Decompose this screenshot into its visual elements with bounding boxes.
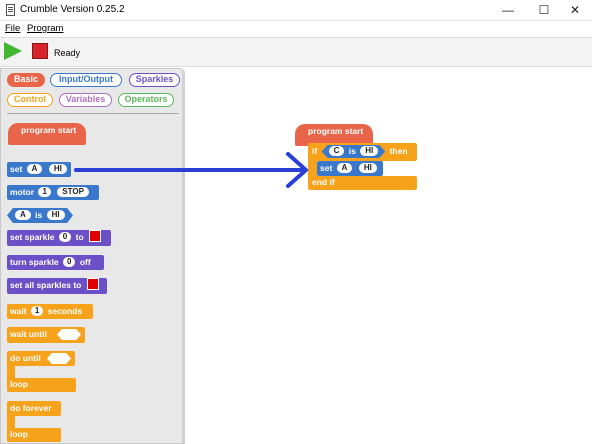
block-label: is bbox=[35, 210, 43, 220]
block-label: program start bbox=[21, 125, 77, 135]
stop-icon[interactable] bbox=[32, 43, 48, 59]
condition-slot[interactable] bbox=[57, 329, 81, 340]
block-label: seconds bbox=[47, 306, 83, 316]
canvas-end-if[interactable]: end if bbox=[308, 176, 417, 190]
value-slot[interactable]: HI bbox=[360, 146, 378, 156]
var-slot[interactable]: A bbox=[26, 164, 43, 174]
minimize-button[interactable]: — bbox=[491, 0, 525, 21]
block-wait-until[interactable]: wait until bbox=[7, 327, 85, 343]
block-label: is bbox=[348, 146, 356, 156]
menu-program[interactable]: Program bbox=[27, 23, 63, 34]
block-label: off bbox=[79, 257, 91, 267]
tab-input-output[interactable]: Input/Output bbox=[50, 73, 122, 87]
block-label: set all sparkles to bbox=[10, 280, 82, 290]
close-button[interactable]: ✕ bbox=[558, 0, 592, 21]
block-palette: Basic Input/Output Sparkles Control Vari… bbox=[0, 68, 185, 444]
block-label: program start bbox=[308, 126, 364, 136]
block-turn-sparkle[interactable]: turn sparkle 0 off bbox=[7, 255, 104, 270]
block-set-all-sparkles[interactable]: set all sparkles to bbox=[7, 278, 107, 294]
block-label: wait bbox=[10, 306, 27, 316]
tab-basic[interactable]: Basic bbox=[7, 73, 45, 87]
color-swatch[interactable] bbox=[89, 230, 102, 242]
var-slot[interactable]: C bbox=[329, 146, 345, 156]
block-label: turn sparkle bbox=[10, 257, 59, 267]
menu-bar: File Program bbox=[0, 22, 592, 36]
status-text: Ready bbox=[54, 48, 81, 58]
block-label: set bbox=[10, 164, 23, 174]
maximize-button[interactable]: ☐ bbox=[527, 0, 561, 21]
motor-num-slot[interactable]: 1 bbox=[38, 187, 51, 197]
value-slot[interactable]: HI bbox=[47, 210, 65, 220]
tab-operators[interactable]: Operators bbox=[118, 93, 174, 107]
block-set[interactable]: set A HI bbox=[7, 162, 71, 177]
value-slot[interactable]: HI bbox=[48, 164, 67, 174]
block-label: loop bbox=[10, 429, 28, 439]
block-program-start[interactable]: program start bbox=[8, 123, 86, 145]
block-do-forever[interactable]: do forever loop bbox=[7, 401, 63, 443]
sparkle-num-slot[interactable]: 0 bbox=[58, 232, 72, 242]
block-label: end if bbox=[312, 177, 335, 187]
condition-slot[interactable] bbox=[47, 353, 71, 364]
block-label: then bbox=[389, 146, 408, 156]
wait-num-slot[interactable]: 1 bbox=[30, 306, 44, 316]
canvas-if-arm bbox=[308, 160, 317, 177]
block-label: to bbox=[75, 232, 84, 242]
block-label: do until bbox=[10, 353, 41, 363]
menu-file[interactable]: File bbox=[5, 23, 20, 34]
var-slot[interactable]: A bbox=[336, 163, 353, 173]
tab-sparkles[interactable]: Sparkles bbox=[129, 73, 180, 87]
block-label: do forever bbox=[10, 403, 52, 413]
palette-scrollbar[interactable] bbox=[182, 71, 185, 443]
tab-control[interactable]: Control bbox=[7, 93, 53, 107]
canvas-if-block[interactable]: if C is HI then bbox=[308, 143, 417, 161]
block-wait[interactable]: wait 1 seconds bbox=[7, 304, 93, 319]
block-label: set sparkle bbox=[10, 232, 55, 242]
motor-state-slot[interactable]: STOP bbox=[57, 187, 89, 197]
canvas-set-block[interactable]: set A HI bbox=[317, 161, 383, 176]
block-set-sparkle[interactable]: set sparkle 0 to bbox=[7, 230, 111, 246]
tab-variables[interactable]: Variables bbox=[59, 93, 112, 107]
play-icon[interactable] bbox=[4, 42, 22, 60]
title-bar: Crumble Version 0.25.2 — ☐ ✕ bbox=[0, 0, 592, 21]
block-label: wait until bbox=[10, 329, 47, 339]
block-condition-is[interactable]: A is HI bbox=[7, 208, 73, 223]
block-label: motor bbox=[10, 187, 35, 197]
window-title: Crumble Version 0.25.2 bbox=[20, 4, 125, 15]
palette-divider bbox=[7, 113, 179, 114]
block-label: loop bbox=[10, 379, 28, 389]
value-slot[interactable]: HI bbox=[358, 163, 377, 173]
sparkle-num-slot[interactable]: 0 bbox=[63, 257, 76, 267]
toolbar: Ready bbox=[0, 37, 592, 67]
block-motor[interactable]: motor 1 STOP bbox=[7, 185, 99, 200]
var-slot[interactable]: A bbox=[15, 210, 31, 220]
color-swatch[interactable] bbox=[86, 278, 99, 290]
block-label: if bbox=[312, 146, 318, 156]
block-label: set bbox=[320, 163, 333, 173]
block-do-until[interactable]: do until loop bbox=[7, 351, 77, 393]
program-canvas[interactable]: program start if C is HI then set A HI e… bbox=[186, 68, 592, 444]
app-icon bbox=[6, 4, 15, 16]
canvas-condition[interactable]: C is HI bbox=[322, 145, 386, 158]
